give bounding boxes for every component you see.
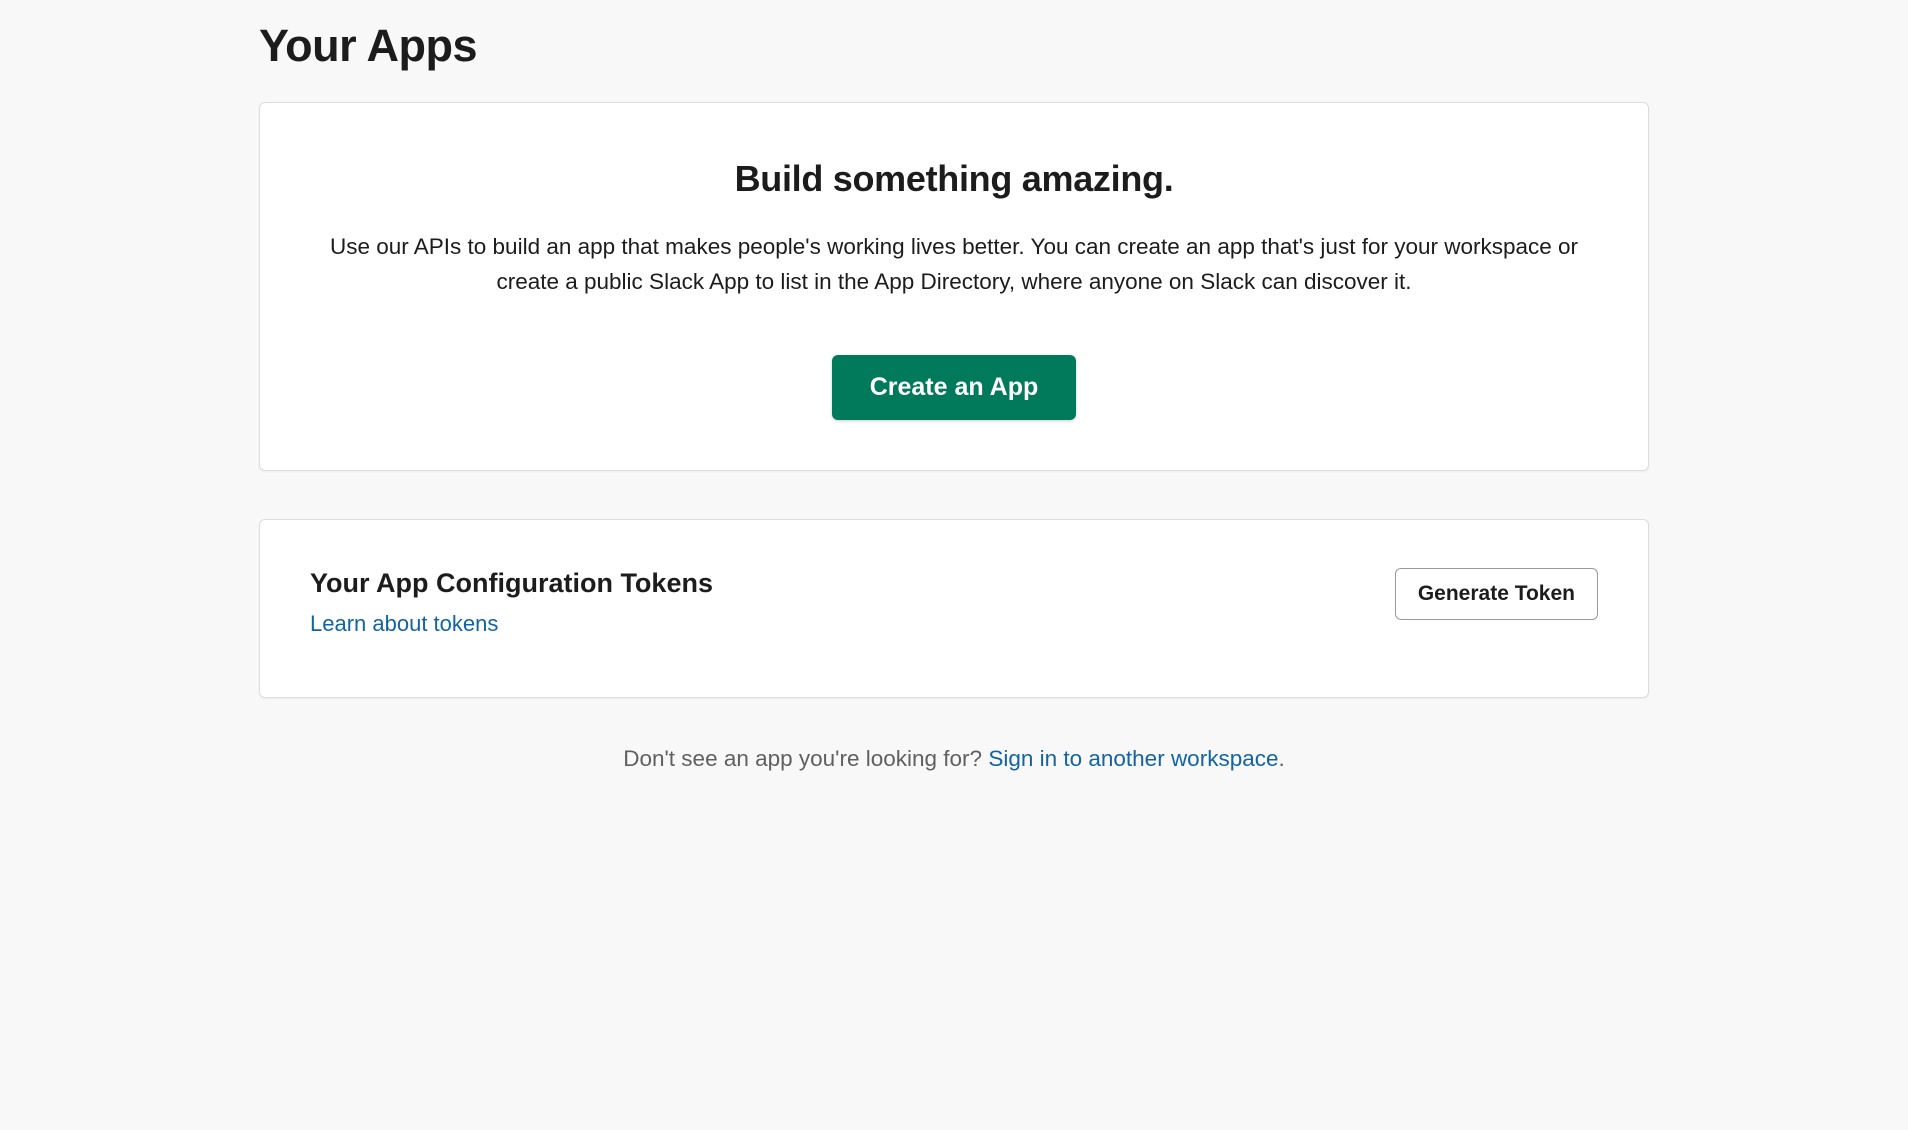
footer-period: .: [1278, 746, 1284, 771]
tokens-card: Your App Configuration Tokens Learn abou…: [259, 519, 1649, 698]
hero-card: Build something amazing. Use our APIs to…: [259, 102, 1649, 471]
tokens-info: Your App Configuration Tokens Learn abou…: [310, 568, 713, 637]
footer-prompt: Don't see an app you're looking for? Sig…: [259, 746, 1649, 772]
footer-prompt-text: Don't see an app you're looking for?: [623, 746, 988, 771]
generate-token-button[interactable]: Generate Token: [1395, 568, 1598, 620]
hero-title: Build something amazing.: [308, 158, 1600, 200]
tokens-title: Your App Configuration Tokens: [310, 568, 713, 599]
page-title: Your Apps: [259, 20, 1649, 72]
create-app-button[interactable]: Create an App: [832, 355, 1077, 420]
hero-description: Use our APIs to build an app that makes …: [314, 230, 1594, 300]
learn-about-tokens-link[interactable]: Learn about tokens: [310, 611, 713, 637]
signin-workspace-link[interactable]: Sign in to another workspace: [988, 746, 1278, 771]
